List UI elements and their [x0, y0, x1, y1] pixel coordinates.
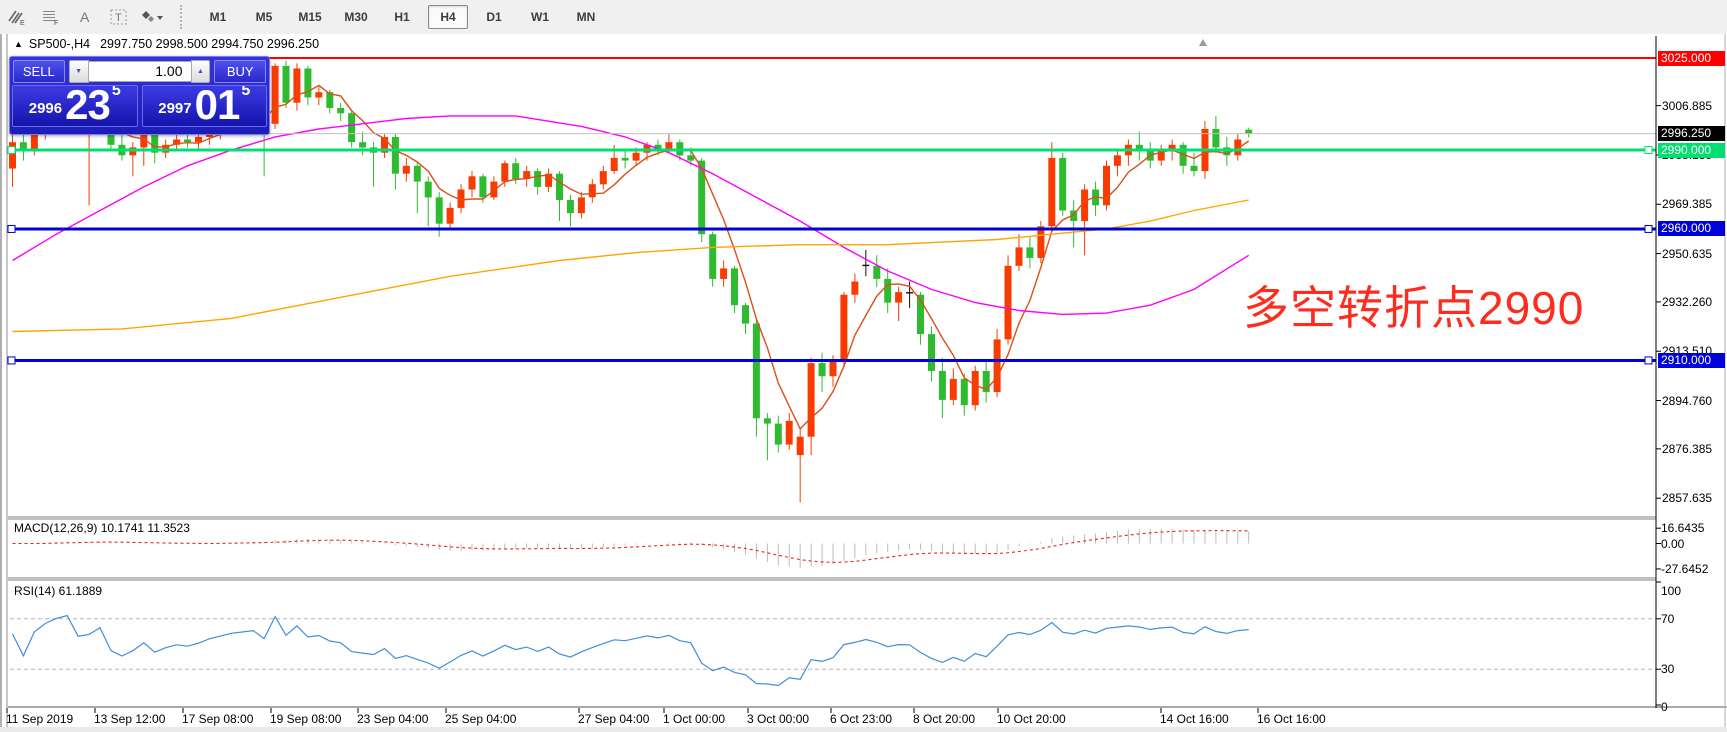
sell-price-pip: 5	[112, 85, 121, 100]
rsi-axis-label: 0	[1661, 700, 1668, 714]
hline-handle[interactable]	[8, 225, 15, 232]
sell-price-button[interactable]: 2996 23 5	[12, 85, 138, 127]
time-axis-label: 6 Oct 23:00	[830, 712, 892, 726]
collapse-triangle-icon[interactable]: ▲	[14, 39, 23, 49]
price-axis-label: 2950.635	[1662, 247, 1712, 261]
symbol-title: SP500-,H4	[29, 37, 90, 51]
window-bottom-edge	[0, 727, 1727, 732]
buy-price-button[interactable]: 2997 01 5	[142, 85, 268, 127]
price-axis-label: 2894.760	[1662, 394, 1712, 408]
hline-handle[interactable]	[8, 147, 15, 154]
price-badge: 2996.250	[1658, 126, 1725, 141]
time-axis-label: 13 Sep 12:00	[94, 712, 165, 726]
hline-handle[interactable]	[8, 357, 15, 364]
time-axis-label: 16 Oct 16:00	[1257, 712, 1326, 726]
trade-panel-prices: 2996 23 5 2997 01 5	[10, 84, 269, 130]
chart-annotation[interactable]: 多空转折点2990	[1243, 272, 1584, 338]
sell-price-minor: 23	[65, 88, 110, 122]
volume-decrease-button[interactable]: ▼	[69, 60, 89, 83]
hline-handle[interactable]	[1645, 357, 1652, 364]
time-axis-label: 14 Oct 16:00	[1160, 712, 1229, 726]
rsi-axis-label: 100	[1661, 584, 1681, 598]
hline-handle[interactable]	[1645, 147, 1652, 154]
buy-price-pip: 5	[241, 85, 250, 100]
macd-axis-label: -27.6452	[1661, 562, 1708, 576]
time-axis-label: 3 Oct 00:00	[747, 712, 809, 726]
time-axis-label: 27 Sep 04:00	[578, 712, 649, 726]
price-badge: 3025.000	[1658, 51, 1725, 66]
sell-price-major: 2996	[29, 100, 62, 117]
time-axis-label: 17 Sep 08:00	[182, 712, 253, 726]
macd-axis-label: 16.6435	[1661, 521, 1704, 535]
macd-histogram	[13, 529, 1249, 568]
one-click-trade-panel: SELL ▼ ▲ BUY 2996 23 5 2997 01 5	[9, 56, 270, 135]
time-axis-label: 11 Sep 2019	[6, 712, 73, 726]
price-axis-label: 2876.385	[1662, 442, 1712, 456]
sell-button[interactable]: SELL	[13, 60, 65, 83]
macd-axis-label: 0.00	[1661, 537, 1684, 551]
ohlc-values: 2997.750 2998.500 2994.750 2996.250	[100, 37, 319, 51]
price-axis-label: 3006.885	[1662, 99, 1712, 113]
hline-handle[interactable]	[1645, 225, 1652, 232]
trading-terminal: E F A T	[0, 0, 1727, 732]
chart-header: ▲ SP500-,H4 2997.750 2998.500 2994.750 299…	[14, 37, 319, 51]
chart-shift-marker[interactable]	[1199, 39, 1207, 46]
price-axis-label: 2857.635	[1662, 491, 1712, 505]
rsi-axis-label: 70	[1661, 612, 1674, 626]
price-axis-label: 2932.260	[1662, 295, 1712, 309]
macd-indicator-label: MACD(12,26,9) 10.1741 11.3523	[14, 521, 190, 535]
price-badge: 2960.000	[1658, 221, 1725, 236]
buy-price-minor: 01	[195, 88, 240, 122]
rsi-indicator-label: RSI(14) 61.1889	[14, 584, 102, 598]
price-axis-label: 2969.385	[1662, 197, 1712, 211]
volume-input[interactable]	[89, 61, 191, 82]
trade-panel-controls: SELL ▼ ▲ BUY	[10, 57, 269, 83]
time-axis-label: 23 Sep 04:00	[357, 712, 428, 726]
time-axis-label: 10 Oct 20:00	[997, 712, 1066, 726]
rsi-axis-label: 30	[1661, 662, 1674, 676]
time-axis-label: 19 Sep 08:00	[270, 712, 341, 726]
time-axis-label: 1 Oct 00:00	[663, 712, 725, 726]
time-axis-label: 8 Oct 20:00	[913, 712, 975, 726]
time-axis-label: 25 Sep 04:00	[445, 712, 516, 726]
volume-increase-button[interactable]: ▲	[191, 60, 211, 83]
price-badge: 2990.000	[1658, 143, 1725, 158]
buy-price-major: 2997	[158, 100, 191, 117]
price-badge: 2910.000	[1658, 353, 1725, 368]
buy-button[interactable]: BUY	[214, 60, 266, 83]
